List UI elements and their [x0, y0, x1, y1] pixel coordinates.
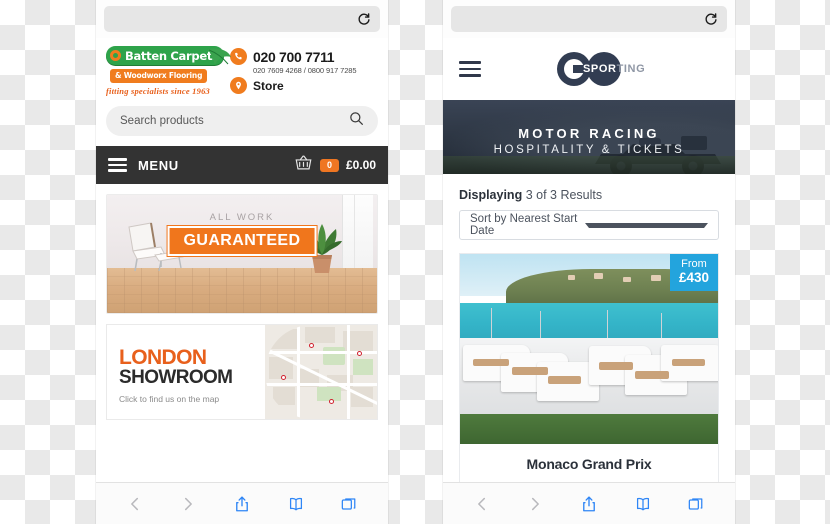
showroom-card[interactable]: LONDON SHOWROOM Click to find us on the …	[106, 324, 378, 420]
store-label: Store	[253, 78, 284, 93]
sort-select-value: Sort by Nearest Start Date	[470, 213, 578, 237]
motor-racing-banner: MOTOR RACING HOSPITALITY & TICKETS	[443, 100, 735, 174]
hamburger-icon[interactable]	[459, 61, 481, 77]
right-home-indicator	[443, 515, 735, 524]
logo-sporting-white: SPOR	[583, 63, 617, 75]
batten-logo-sub: & Woodworx Flooring	[110, 68, 208, 83]
gosporting-logo[interactable]: SPORTING	[481, 52, 697, 86]
cart-count-badge: 0	[319, 158, 339, 172]
search-input[interactable]: Search products	[106, 106, 378, 136]
right-phone-screenshot: SPORTING MOTOR RACING HOSPITALITY & TICK…	[443, 0, 735, 524]
gosporting-header: SPORTING	[443, 38, 735, 100]
left-safari-address-bar	[96, 0, 388, 38]
leaf-icon	[208, 48, 231, 65]
batten-logo-dot-icon	[108, 48, 123, 63]
back-icon[interactable]	[471, 493, 493, 515]
results-count-label: Displaying	[459, 188, 523, 202]
cart-widget[interactable]: 0 £0.00	[294, 154, 376, 176]
hamburger-icon[interactable]	[108, 158, 127, 172]
banner-line-1: MOTOR RACING	[518, 126, 660, 141]
left-phone-screenshot: Batten Carpets & Woodworx Flooring fitti…	[96, 0, 388, 524]
logo-sporting-gray: TING	[616, 63, 646, 75]
left-url-input[interactable]	[104, 6, 380, 32]
results-count-value: 3 of 3 Results	[522, 188, 603, 202]
cart-total: £0.00	[345, 158, 376, 172]
reload-icon[interactable]	[357, 12, 371, 26]
image-yachts	[460, 307, 718, 425]
chevron-down-icon[interactable]	[585, 222, 708, 228]
basket-icon[interactable]	[294, 154, 313, 176]
batten-logo[interactable]: Batten Carpets & Woodworx Flooring fitti…	[106, 46, 231, 96]
price-badge: From £430	[669, 254, 718, 292]
search-icon[interactable]	[349, 111, 364, 131]
logo-sporting-word: SPORTING	[583, 63, 645, 75]
hero-headline: GUARANTEED	[167, 226, 317, 256]
image-foreground-foliage	[460, 413, 718, 444]
screenshot-stage: Batten Carpets & Woodworx Flooring fitti…	[0, 0, 830, 524]
tabs-icon[interactable]	[685, 493, 707, 515]
price-value: £430	[678, 269, 709, 285]
right-safari-address-bar	[443, 0, 735, 38]
map-mask	[265, 325, 377, 419]
batten-tagline: fitting specialists since 1963	[106, 86, 210, 96]
menu-label[interactable]: MENU	[138, 158, 179, 173]
batten-menu-bar: MENU 0 £0.00	[96, 146, 388, 184]
reload-icon[interactable]	[704, 12, 718, 26]
banner-grass	[443, 156, 735, 174]
sort-select[interactable]: Sort by Nearest Start Date	[459, 210, 719, 240]
showroom-city: LONDON	[119, 346, 207, 369]
phone-primary: 020 700 7711	[253, 48, 335, 65]
phone-icon	[230, 48, 247, 65]
hero-window	[342, 195, 373, 269]
batten-brand-name: Batten Carpets	[125, 48, 219, 63]
event-card[interactable]: From £430 Monaco Grand Prix	[459, 253, 719, 487]
back-icon[interactable]	[124, 493, 146, 515]
batten-contact: 020 700 7711 020 7609 4268 / 0800 917 72…	[230, 46, 378, 94]
batten-header: Batten Carpets & Woodworx Flooring fitti…	[96, 38, 388, 98]
results-count: Displaying 3 of 3 Results	[443, 174, 735, 210]
bookmarks-icon[interactable]	[285, 493, 307, 515]
banner-line-2: HOSPITALITY & TICKETS	[493, 144, 685, 156]
phone-row[interactable]: 020 700 7711	[230, 48, 378, 65]
forward-icon[interactable]	[524, 493, 546, 515]
left-home-indicator	[96, 515, 388, 524]
phone-secondary: 020 7609 4268 / 0800 917 7285	[253, 66, 357, 75]
tabs-icon[interactable]	[338, 493, 360, 515]
right-url-input[interactable]	[451, 6, 727, 32]
map-pin-icon	[230, 77, 247, 94]
share-icon[interactable]	[578, 493, 600, 515]
bookmarks-icon[interactable]	[632, 493, 654, 515]
showroom-cta: Click to find us on the map	[119, 393, 220, 404]
store-row[interactable]: Store	[230, 77, 378, 94]
showroom-text: LONDON SHOWROOM Click to find us on the …	[107, 325, 265, 419]
batten-brand-sub: & Woodworx Flooring	[115, 71, 203, 80]
share-icon[interactable]	[231, 493, 253, 515]
showroom-word: SHOWROOM	[119, 367, 233, 388]
event-title[interactable]: Monaco Grand Prix	[460, 444, 718, 486]
showroom-map[interactable]	[265, 325, 377, 419]
search-placeholder: Search products	[120, 115, 204, 127]
hero-banner[interactable]: ALL WORK GUARANTEED	[106, 194, 378, 314]
hero-eyebrow: ALL WORK	[209, 212, 275, 223]
forward-icon[interactable]	[177, 493, 199, 515]
event-image-monaco-harbour: From £430	[460, 254, 718, 444]
